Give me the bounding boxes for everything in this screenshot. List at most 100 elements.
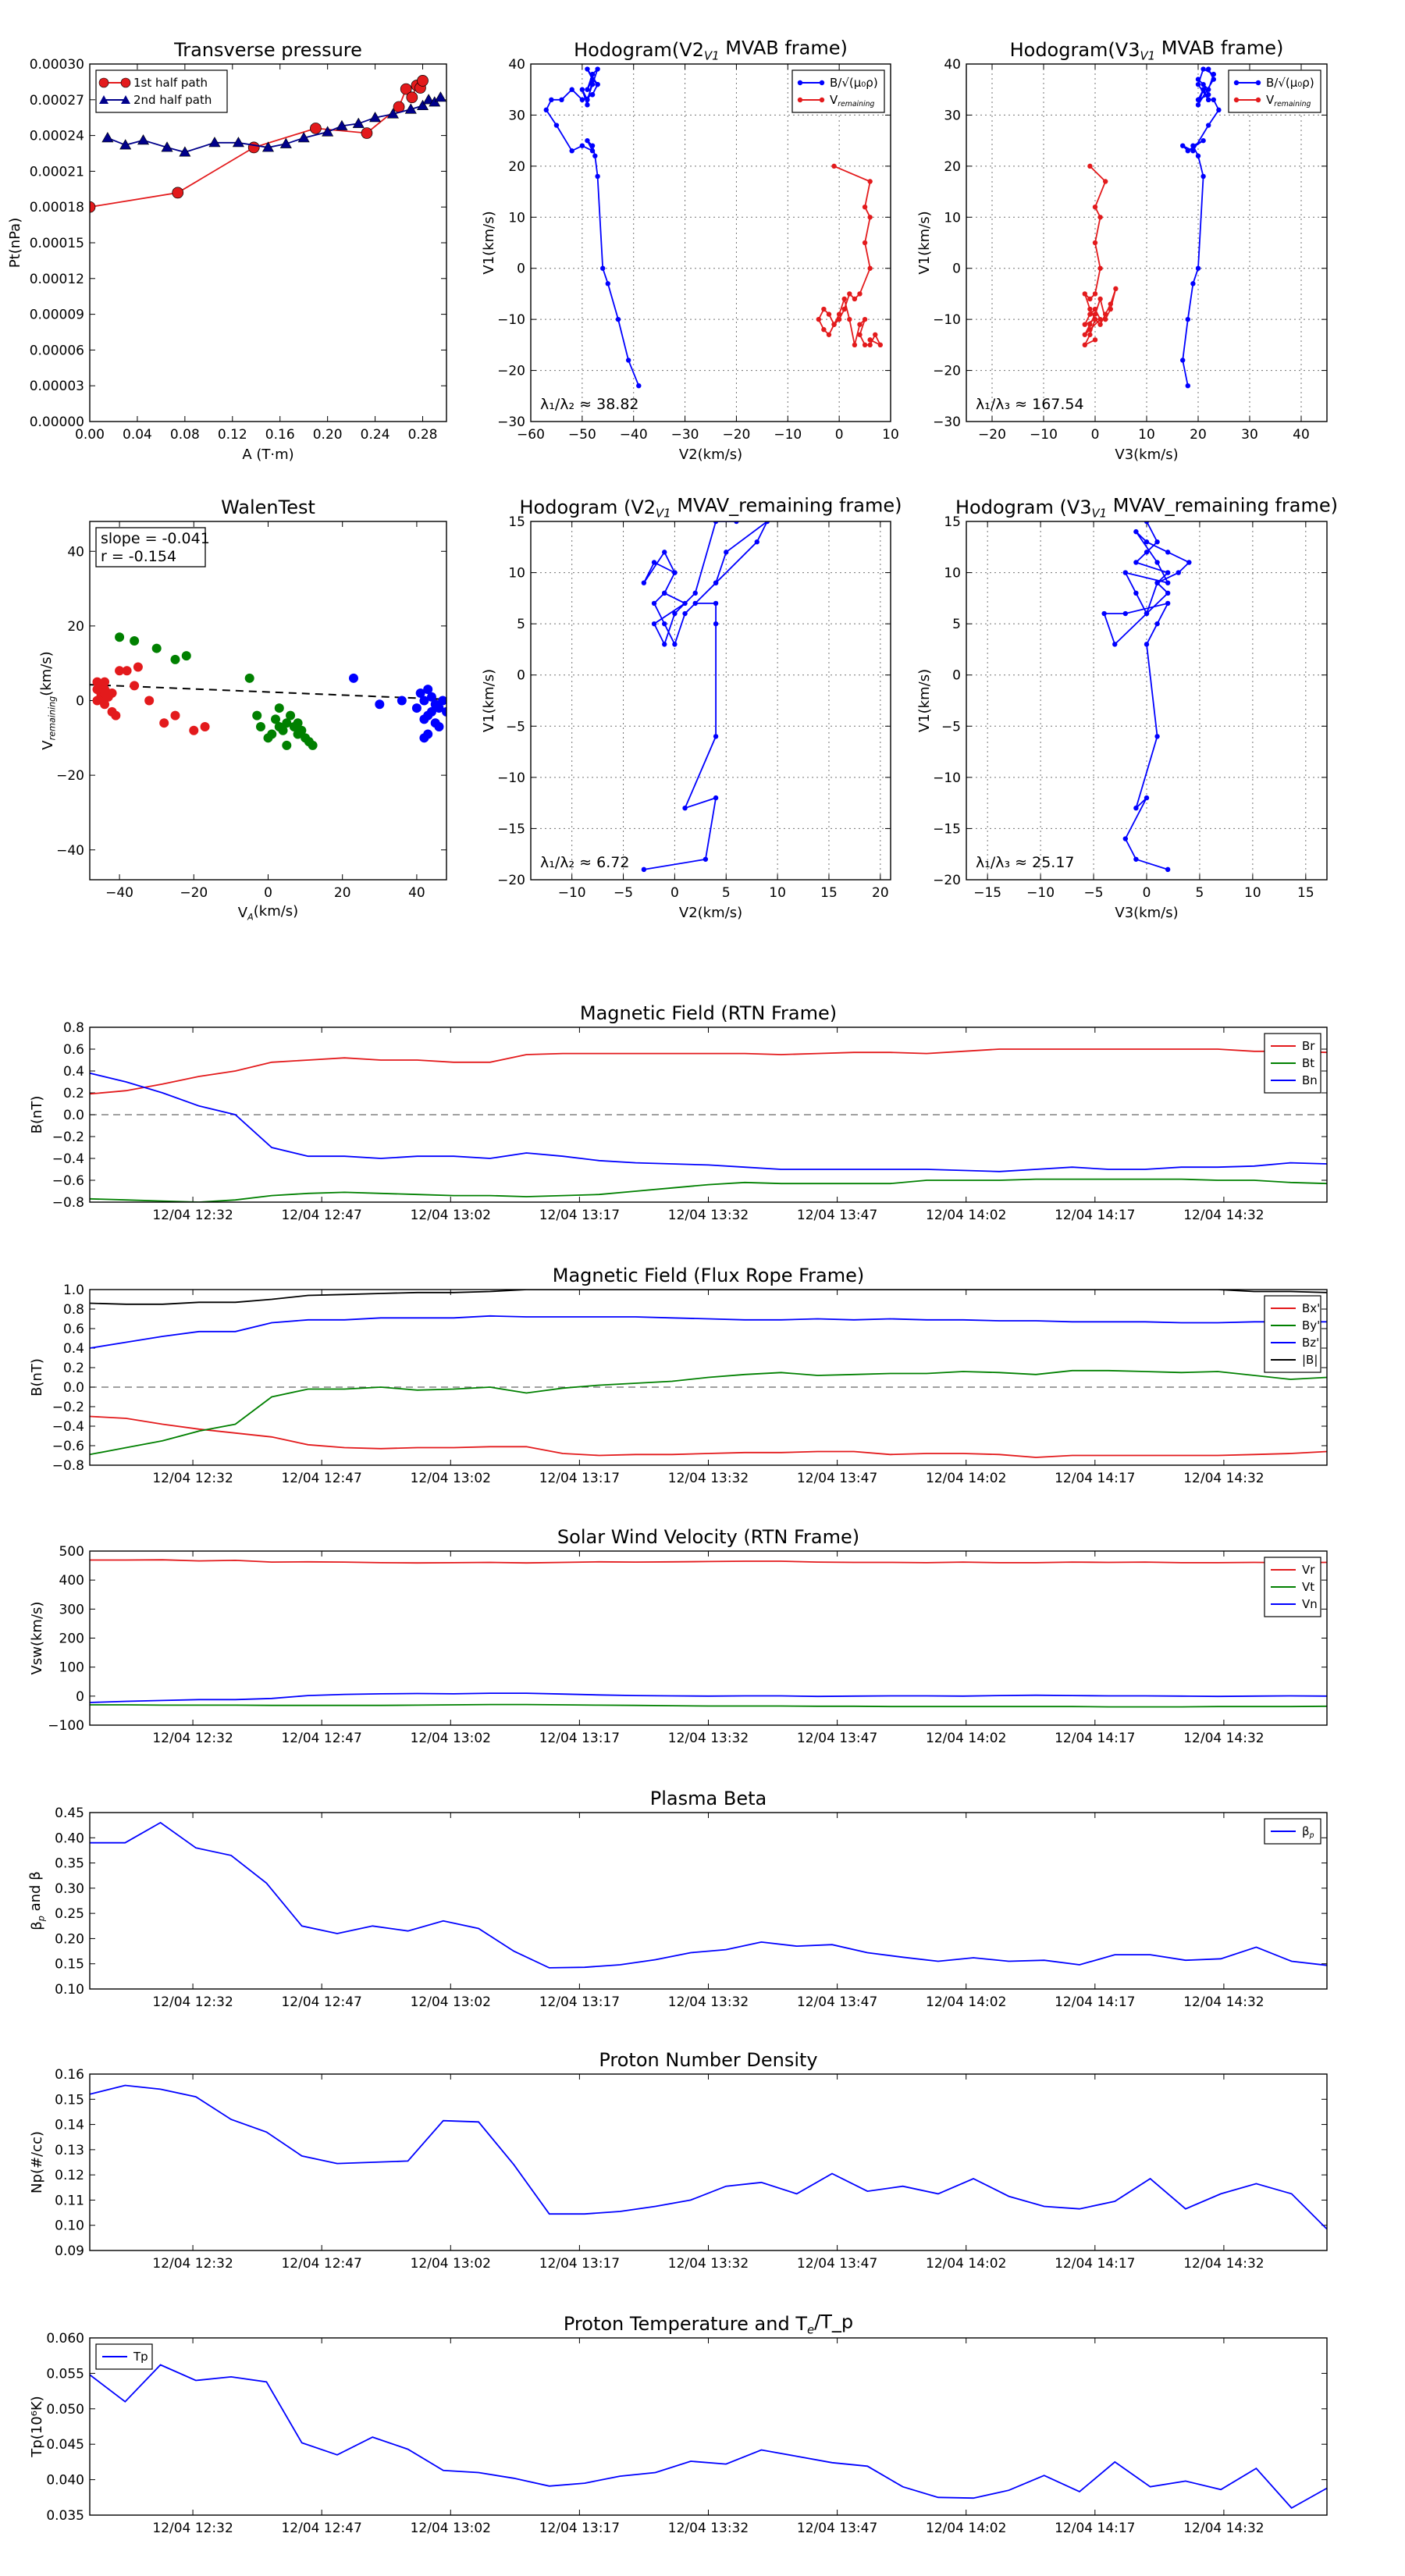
legend-label: By': [1302, 1318, 1320, 1332]
data-point: [641, 866, 647, 873]
y-tick-label: 0: [76, 694, 84, 710]
y-tick-label: −100: [48, 1718, 84, 1734]
y-tick-label: 0.10: [55, 1982, 84, 1998]
x-tick-label: 12/04 12:47: [281, 1994, 361, 2010]
y-tick-label: −30: [933, 415, 961, 430]
y-tick-label: −0.4: [52, 1151, 84, 1167]
data-point: [411, 703, 422, 713]
x-tick-label: 12/04 13:47: [797, 1994, 877, 2010]
plot-area: [90, 2364, 1327, 2510]
y-tick-label: 5: [952, 617, 961, 632]
x-tick-label: 12/04 13:32: [668, 2256, 749, 2272]
x-axis-label: V2(km/s): [679, 447, 742, 463]
x-tick-label: 5: [722, 885, 731, 901]
data-point: [569, 148, 574, 154]
data-point: [1144, 610, 1150, 617]
chart-title: Hodogram(V2V1 MVAB frame): [574, 37, 848, 62]
data-point: [662, 590, 667, 596]
legend: Tp: [95, 2343, 153, 2370]
y-tick-label: 40: [508, 57, 525, 73]
y-tick-label: 10: [508, 210, 525, 226]
legend-label: Bx': [1302, 1301, 1320, 1315]
x-tick-label: 12/04 14:02: [926, 1731, 1006, 1746]
chart-title: Solar Wind Velocity (RTN Frame): [557, 1526, 859, 1548]
axes-frame: [89, 1550, 1328, 1726]
x-tick-label: −10: [774, 427, 802, 443]
axes-frame: [89, 2337, 1328, 2516]
chart-wt: −40 −20 0 20 40 −40 −20 0 20 40 WalenTest VA(km/s) V…: [38, 496, 447, 922]
y-axis-label: B(nT): [29, 1358, 45, 1397]
data-point: [585, 66, 590, 72]
data-point: [247, 141, 260, 154]
data-point: [862, 240, 868, 246]
data-point: [1092, 205, 1098, 210]
data-point: [702, 856, 709, 862]
axes-frame: [89, 2073, 1328, 2251]
data-point: [1092, 311, 1098, 317]
data-point: [1165, 866, 1171, 873]
figure: 0.00 0.04 0.08 0.12 0.16 0.20 0.24 0.280.000000…: [7, 37, 1338, 2536]
legend-label: Vt: [1302, 1580, 1314, 1594]
annotation: λ₁/λ₂ ≈ 38.82: [540, 396, 639, 413]
data-point: [1190, 281, 1196, 286]
chart-title: Magnetic Field (Flux Rope Frame): [553, 1265, 864, 1286]
y-tick-label: −15: [933, 821, 961, 837]
data-point: [682, 610, 688, 617]
x-tick-label: 12/04 13:17: [539, 1471, 620, 1486]
series-line-0: [90, 2084, 1327, 2230]
data-point: [592, 153, 598, 158]
legend-label: B/√(μ₀ρ): [1266, 76, 1314, 90]
x-tick-label: 12/04 13:32: [668, 2521, 749, 2536]
x-tick-label: 0.16: [265, 427, 295, 443]
legend-label: Vr: [1302, 1563, 1315, 1577]
x-tick-label: 20: [1190, 427, 1207, 443]
y-tick-label: 0.4: [63, 1064, 84, 1080]
y-tick-label: 0.30: [55, 1881, 84, 1897]
series-line-1: [90, 1703, 1327, 1708]
x-tick-label: 12/04 14:17: [1055, 2521, 1135, 2536]
data-point: [585, 87, 590, 92]
axes-frame: [530, 63, 891, 422]
y-tick-label: 0.035: [46, 2508, 84, 2524]
x-tick-label: 12/04 12:47: [281, 1731, 361, 1746]
x-tick-label: 12/04 14:02: [926, 2256, 1006, 2272]
chart-tp: 0.00 0.04 0.08 0.12 0.16 0.20 0.24 0.280.000000…: [7, 39, 447, 463]
x-tick-label: 12/04 13:17: [539, 1208, 620, 1223]
data-point: [1200, 173, 1206, 180]
axes-frame: [89, 1812, 1328, 1990]
y-axis-label: Vremaining(km/s): [38, 651, 57, 749]
legend-label: 1st half path: [133, 76, 208, 90]
data-point: [1122, 836, 1129, 841]
data-point: [1186, 560, 1192, 565]
chart-mf: 12/04 12:32 12/04 12:47 12/04 13:02 12/04 1…: [29, 1002, 1328, 1223]
data-point: [1195, 81, 1201, 87]
x-tick-label: 0: [264, 885, 272, 901]
y-tick-label: 0.00027: [30, 93, 84, 109]
x-tick-label: 12/04 13:47: [797, 1731, 877, 1746]
data-point: [682, 806, 688, 811]
legend: βp: [1264, 1818, 1321, 1845]
data-point: [836, 316, 842, 322]
data-point: [1097, 322, 1103, 327]
chart-h1: −60 −50 −40 −30 −20 −10 0 10−30−20−10010203040H…: [481, 37, 899, 463]
data-point: [595, 66, 600, 72]
data-point: [585, 137, 590, 144]
data-point: [1103, 316, 1108, 322]
x-tick-label: 12/04 12:47: [281, 1208, 361, 1223]
x-tick-label: 12/04 13:47: [797, 1208, 877, 1223]
x-tick-label: 12/04 14:17: [1055, 1208, 1135, 1223]
y-tick-label: 0.00015: [30, 236, 84, 251]
x-tick-label: 0: [835, 427, 844, 443]
data-point: [1082, 322, 1088, 327]
data-point: [1087, 327, 1093, 333]
y-tick-label: 0.6: [63, 1042, 84, 1058]
y-tick-label: 0.00018: [30, 200, 84, 215]
plot-area: [90, 2084, 1327, 2230]
x-tick-label: 12/04 13:32: [668, 1471, 749, 1486]
data-point: [1200, 81, 1206, 87]
x-tick-label: −10: [558, 885, 586, 901]
data-point: [867, 215, 873, 220]
data-point: [1211, 97, 1217, 102]
y-tick-label: 0.11: [55, 2193, 84, 2208]
y-tick-label: −10: [497, 312, 525, 328]
